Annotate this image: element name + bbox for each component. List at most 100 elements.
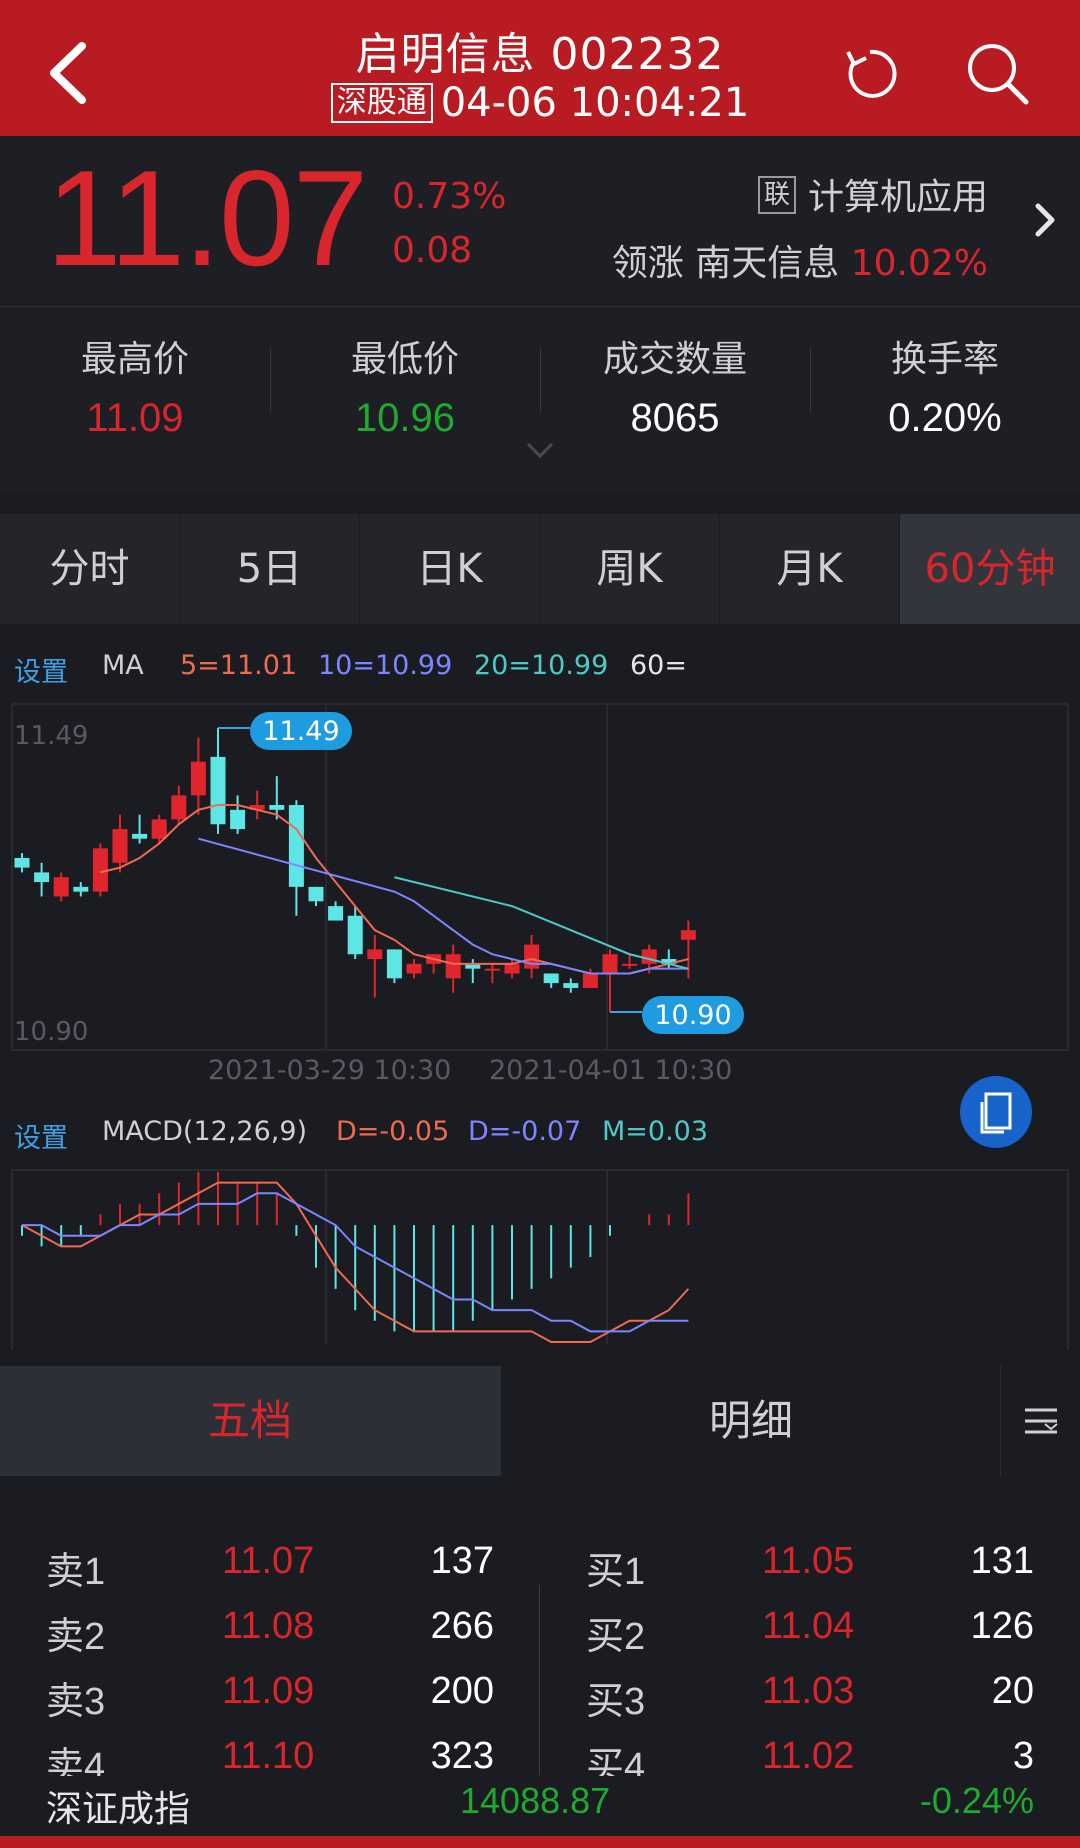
- level-price: 11.02: [762, 1735, 855, 1777]
- candle-body: [230, 809, 246, 830]
- candle-body: [210, 756, 226, 825]
- candle-body: [308, 886, 324, 902]
- stat-volume: 成交数量 8065: [540, 330, 810, 441]
- candle-body: [132, 833, 148, 839]
- stat-label: 换手率: [890, 339, 999, 380]
- stat-value: 8065: [630, 396, 720, 440]
- candle-body: [641, 949, 657, 964]
- macd-label: MACD(12,26,9): [102, 1116, 308, 1147]
- candle-body: [367, 949, 383, 960]
- search-button[interactable]: [964, 40, 1030, 106]
- stat-value: 11.09: [86, 396, 184, 440]
- level-price: 11.03: [762, 1670, 855, 1712]
- candle-body: [543, 973, 559, 984]
- candle-body: [504, 963, 520, 974]
- tab-5day[interactable]: 5日: [180, 514, 360, 624]
- stat-value: 10.96: [354, 396, 456, 440]
- chart-frame: [11, 1169, 1069, 1350]
- m-value: M=0.03: [602, 1116, 709, 1147]
- index-value: 14088.87: [460, 1780, 611, 1821]
- macd-chart[interactable]: [0, 1150, 1080, 1350]
- refresh-button[interactable]: [840, 44, 900, 104]
- sector-name: 计算机应用: [807, 177, 988, 218]
- candle-body: [34, 872, 50, 883]
- sector-chevron[interactable]: [1030, 200, 1060, 240]
- refresh-icon: [846, 49, 897, 98]
- level-label: 买1: [586, 1551, 646, 1593]
- bid-row[interactable]: 买2 11.04 126: [0, 1605, 1080, 1665]
- ma5-line: [100, 804, 689, 975]
- ma-settings-button[interactable]: 设置: [14, 650, 68, 689]
- level-label: 买2: [586, 1616, 646, 1658]
- high-marker-label: 11.49: [262, 716, 339, 747]
- tab-daily-k[interactable]: 日K: [360, 514, 540, 624]
- tab-60min[interactable]: 60分钟: [900, 514, 1080, 624]
- level-label: 买3: [586, 1681, 646, 1723]
- dif-value: D=-0.05: [336, 1116, 450, 1147]
- low-marker-label: 10.90: [654, 1000, 731, 1031]
- candle-body: [622, 963, 638, 966]
- stat-value: 0.20%: [888, 396, 1002, 440]
- quote-datetime: 04-06 10:04:21: [440, 80, 750, 126]
- level-price: 11.04: [762, 1605, 855, 1647]
- sector-link[interactable]: 联计算机应用: [757, 168, 988, 220]
- tab-weekly-k[interactable]: 周K: [540, 514, 720, 624]
- level-price: 11.05: [762, 1540, 855, 1582]
- chevron-right-icon: [1035, 203, 1055, 237]
- sector-leader[interactable]: 领涨 南天信息 10.02%: [612, 234, 988, 286]
- bid-row[interactable]: 买3 11.03 20: [0, 1670, 1080, 1730]
- order-menu-button[interactable]: [1000, 1366, 1080, 1476]
- x-tick-label: 2021-04-01 10:30: [489, 1055, 732, 1086]
- last-price: 11.07: [46, 142, 368, 294]
- level-volume: 131: [970, 1540, 1034, 1582]
- tab-details[interactable]: 明细: [500, 1366, 1001, 1476]
- fullscreen-button[interactable]: [960, 1076, 1032, 1148]
- candle-body: [445, 954, 461, 979]
- candle-body: [190, 761, 206, 796]
- tab-monthly-k[interactable]: 月K: [720, 514, 900, 624]
- candle-body: [328, 906, 344, 921]
- bid-row[interactable]: 买1 11.05 131: [0, 1540, 1080, 1600]
- expand-stats-button[interactable]: [526, 440, 554, 460]
- change-amount: 0.08: [392, 230, 473, 271]
- menu-icon: [1025, 1408, 1058, 1434]
- index-change: -0.24%: [919, 1780, 1034, 1821]
- tab-intraday[interactable]: 分时: [0, 514, 180, 624]
- candle-body: [582, 973, 598, 988]
- stat-low: 最低价 10.96: [270, 330, 540, 441]
- candle-body: [269, 805, 285, 810]
- ma10-line: [198, 837, 689, 975]
- level-volume: 20: [991, 1670, 1034, 1712]
- x-tick-label: 2021-03-29 10:30: [208, 1055, 451, 1086]
- ma10-value: 10=10.99: [318, 650, 453, 681]
- ma5-value: 5=11.01: [180, 650, 298, 681]
- leader-name: 南天信息: [695, 243, 840, 284]
- stat-label: 成交数量: [602, 339, 747, 380]
- y-max-label: 11.49: [14, 721, 88, 751]
- candle-body: [602, 954, 618, 974]
- candle-body: [92, 848, 108, 892]
- candle-body: [563, 983, 579, 988]
- leader-label: 领涨: [611, 243, 684, 284]
- candle-body: [386, 949, 402, 979]
- tab-five-levels[interactable]: 五档: [0, 1366, 500, 1476]
- stat-high: 最高价 11.09: [0, 330, 270, 441]
- candle-body: [14, 857, 30, 868]
- leader-percent: 10.02%: [850, 243, 988, 284]
- candle-body: [112, 829, 128, 863]
- candle-body: [524, 944, 540, 969]
- dea-value: D=-0.07: [468, 1116, 582, 1147]
- stock-title: 启明信息 002232: [355, 29, 725, 80]
- candle-body: [347, 915, 363, 955]
- search-icon: [968, 44, 1029, 105]
- ma60-value: 60=: [630, 650, 687, 681]
- y-min-label: 10.90: [14, 1017, 88, 1047]
- candle-body: [406, 963, 422, 974]
- bottom-bar: [0, 1836, 1080, 1848]
- candlestick-chart[interactable]: 11.4910.90 11.49 10.90 2021-03-29 10:30 …: [0, 690, 1080, 1090]
- connect-badge: 深股通: [330, 83, 433, 123]
- ma20-value: 20=10.99: [474, 650, 609, 681]
- candle-body: [73, 886, 89, 892]
- candle-body: [288, 805, 304, 887]
- stat-label: 最高价: [80, 339, 189, 380]
